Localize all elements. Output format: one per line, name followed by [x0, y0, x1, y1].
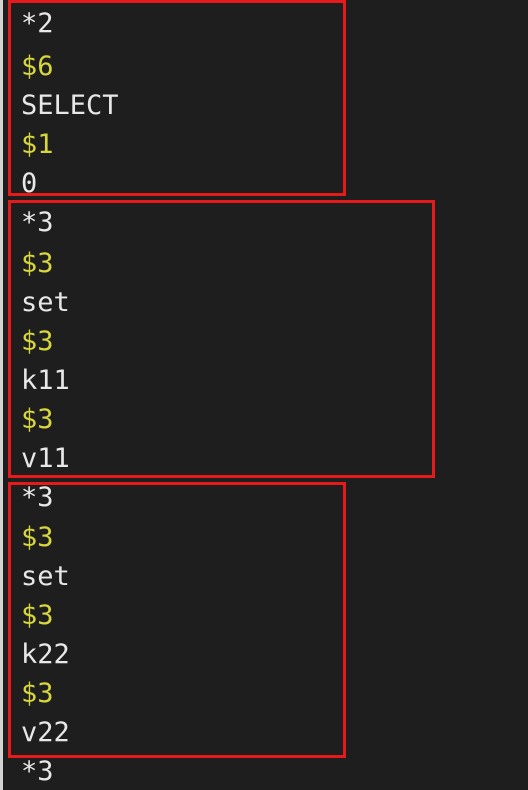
highlight-box-set-k22-command	[8, 482, 346, 758]
highlight-box-select-command	[8, 0, 346, 196]
editor-gutter	[0, 0, 3, 790]
highlight-box-set-k11-command	[8, 200, 435, 478]
text-editor-view[interactable]: *2 $6 SELECT $1 0 *3 $3 set $3 k11 $3 v1…	[0, 0, 528, 790]
